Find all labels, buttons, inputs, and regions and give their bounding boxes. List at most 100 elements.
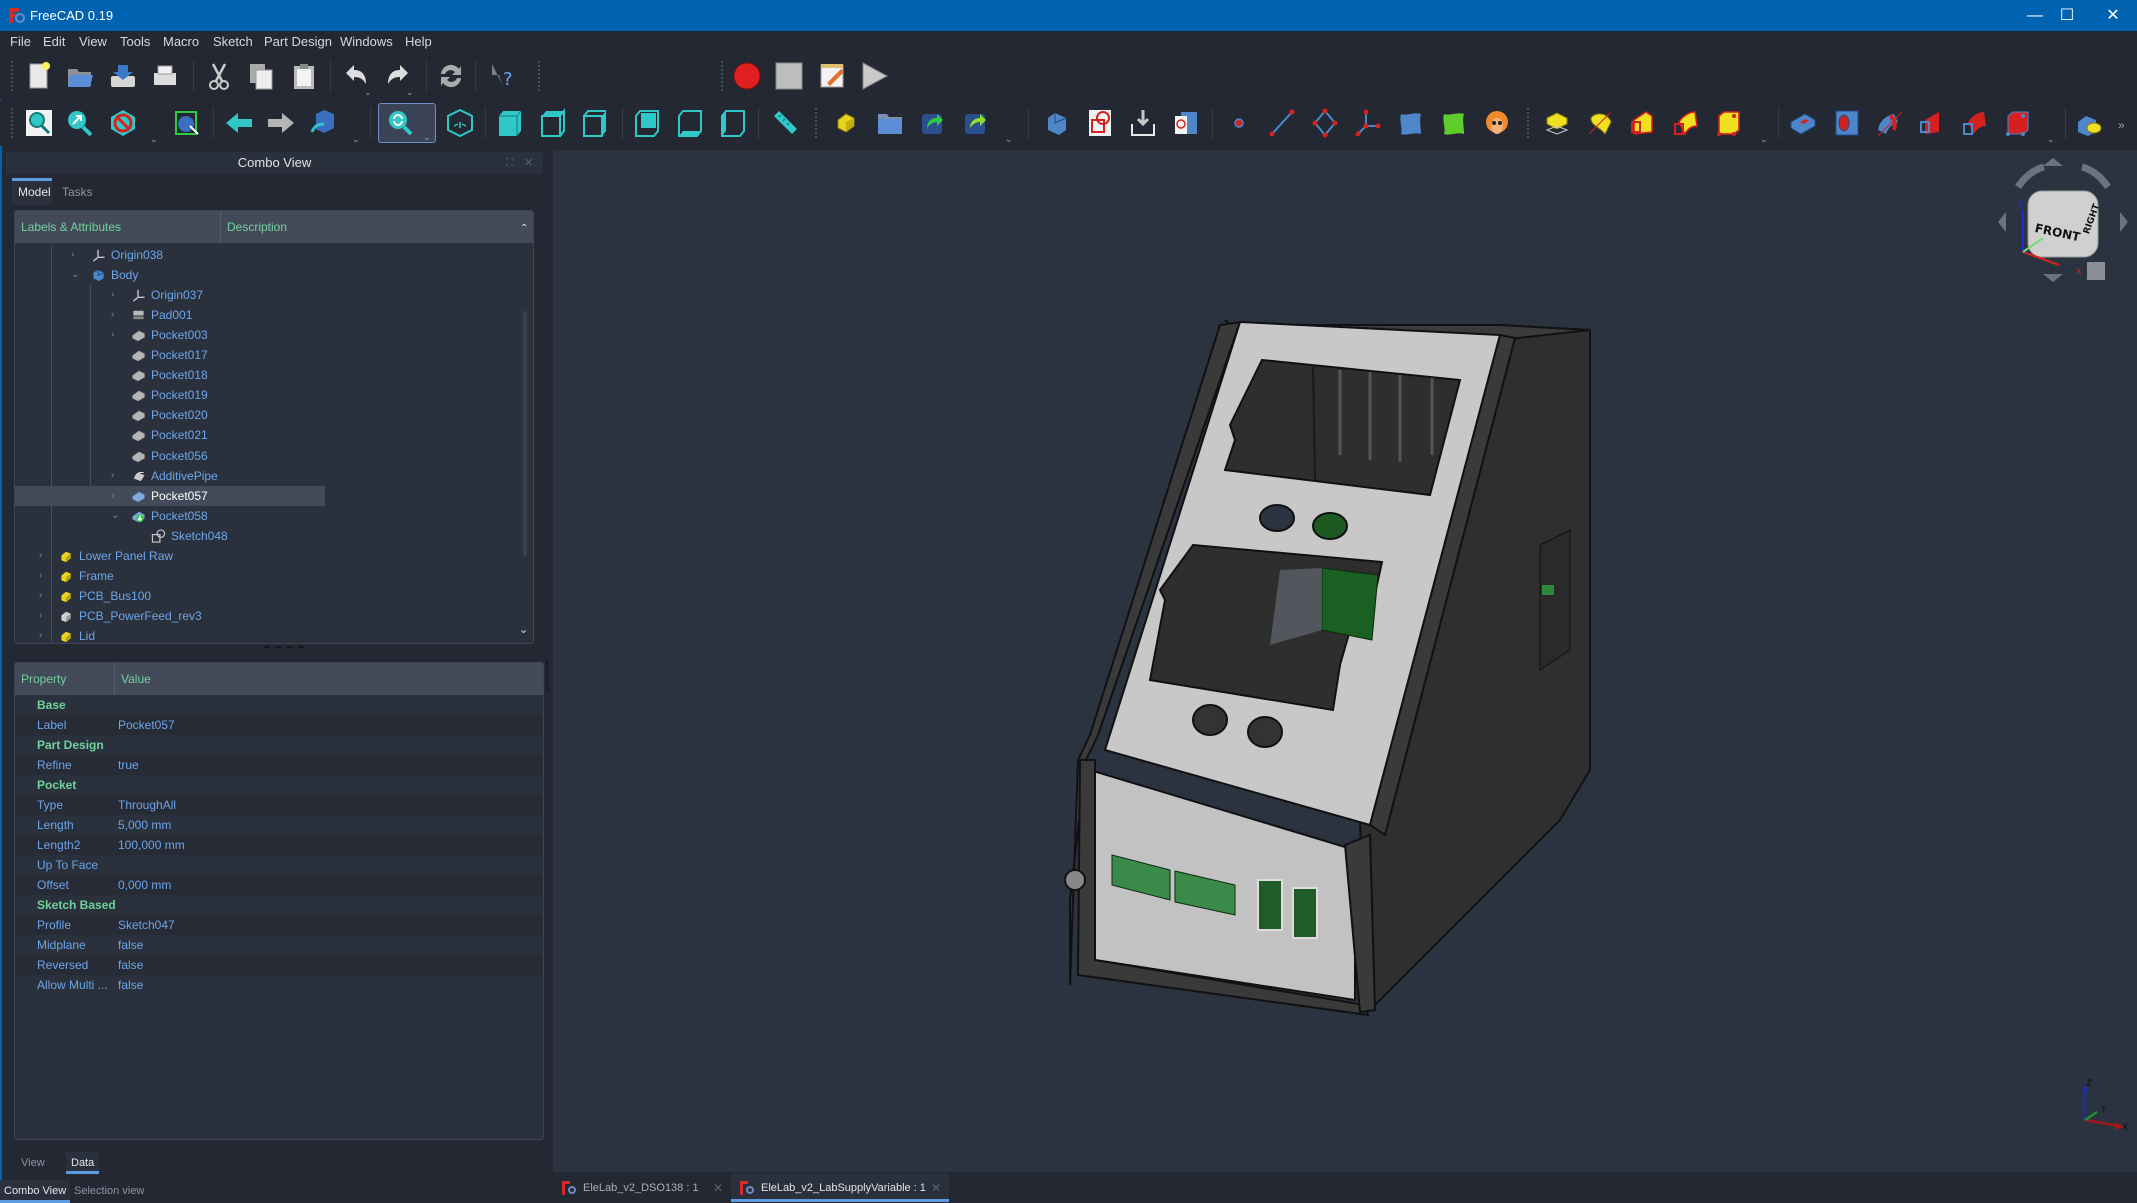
create-body-button[interactable] bbox=[830, 106, 864, 140]
property-group[interactable]: Part Design bbox=[15, 735, 543, 755]
property-row[interactable]: Offset 0,000 mm bbox=[15, 875, 543, 895]
draw-style-dropdown-icon[interactable]: ⌄ bbox=[150, 134, 160, 144]
chevron-right-icon[interactable]: › bbox=[111, 285, 121, 305]
property-row[interactable]: Label Pocket057 bbox=[15, 715, 543, 735]
property-row[interactable]: Refine true bbox=[15, 755, 543, 775]
tree-item[interactable]: › Lid bbox=[15, 626, 325, 643]
toolbar-grip[interactable] bbox=[10, 60, 14, 92]
new-document-button[interactable] bbox=[22, 59, 56, 93]
view-rear-button[interactable] bbox=[630, 106, 664, 140]
open-document-button[interactable] bbox=[63, 59, 97, 93]
subtractive-loft-button[interactable] bbox=[1915, 106, 1949, 140]
chevron-right-icon[interactable]: › bbox=[71, 245, 81, 265]
view-front-button[interactable] bbox=[493, 106, 527, 140]
chevron-right-icon[interactable]: › bbox=[111, 325, 121, 345]
tree-item[interactable]: Pocket018 bbox=[15, 365, 325, 385]
chevron-down-icon[interactable]: ⌄ bbox=[71, 265, 81, 285]
record-macro-button[interactable] bbox=[730, 59, 764, 93]
clone-button[interactable] bbox=[1480, 106, 1514, 140]
subshape-binder-button[interactable] bbox=[959, 106, 993, 140]
undo-dropdown-icon[interactable]: ⌄ bbox=[364, 87, 374, 97]
additive-primitive-button[interactable] bbox=[1712, 106, 1746, 140]
view-menu-cube-icon[interactable] bbox=[2087, 262, 2105, 280]
property-row[interactable]: Reversed false bbox=[15, 955, 543, 975]
measure-button[interactable] bbox=[768, 106, 802, 140]
tree-item[interactable]: Pocket056 bbox=[15, 446, 325, 466]
tree-item[interactable]: › Pocket057 bbox=[15, 485, 325, 506]
datum-line-button[interactable] bbox=[1265, 106, 1299, 140]
rotate-right-arrow-icon[interactable] bbox=[2120, 212, 2128, 232]
toolbar-grip[interactable] bbox=[10, 107, 14, 139]
pocket-button[interactable] bbox=[1786, 106, 1820, 140]
doc-tab-labsupply[interactable]: EleLab_v2_LabSupplyVariable : 1 ✕ bbox=[731, 1174, 949, 1202]
cut-button[interactable] bbox=[202, 59, 236, 93]
view-right-button[interactable] bbox=[578, 106, 612, 140]
chevron-right-icon[interactable]: › bbox=[39, 546, 49, 566]
chevron-right-icon[interactable]: › bbox=[111, 466, 121, 486]
property-group[interactable]: Base bbox=[15, 695, 543, 715]
validate-sketch-button[interactable] bbox=[1169, 106, 1203, 140]
maximize-button[interactable]: ☐ bbox=[2044, 0, 2090, 31]
toolbar-overflow-icon[interactable]: » bbox=[2118, 118, 2128, 132]
menu-windows[interactable]: Windows bbox=[340, 34, 393, 49]
property-value[interactable]: 0,000 mm bbox=[118, 875, 171, 895]
toolbar-grip[interactable] bbox=[1526, 107, 1530, 139]
map-sketch-button[interactable] bbox=[1126, 106, 1160, 140]
property-value[interactable]: 100,000 mm bbox=[118, 835, 185, 855]
column-header-property[interactable]: Property bbox=[15, 663, 115, 695]
tab-view[interactable]: View bbox=[16, 1152, 50, 1174]
copy-button[interactable] bbox=[244, 59, 278, 93]
property-value[interactable]: true bbox=[118, 755, 139, 775]
close-button[interactable]: ✕ bbox=[2090, 0, 2136, 31]
draw-style-button[interactable] bbox=[106, 106, 140, 140]
send-dropdown-icon[interactable]: ⌄ bbox=[352, 134, 362, 144]
toolbar-grip[interactable] bbox=[720, 60, 724, 92]
scroll-down-icon[interactable]: ⌄ bbox=[519, 623, 528, 636]
property-row[interactable]: Up To Face bbox=[15, 855, 543, 875]
datum-plane-button[interactable] bbox=[1308, 106, 1342, 140]
tab-model[interactable]: Model bbox=[12, 178, 52, 205]
chevron-down-icon[interactable]: ⌄ bbox=[111, 506, 121, 526]
tree-item[interactable]: Pocket017 bbox=[15, 345, 325, 365]
column-header-value[interactable]: Value bbox=[115, 663, 543, 695]
print-button[interactable] bbox=[148, 59, 182, 93]
column-header-description[interactable]: Description bbox=[221, 211, 517, 243]
tree-item[interactable]: Sketch048 bbox=[15, 526, 325, 546]
pad-button[interactable] bbox=[1540, 106, 1574, 140]
tree-item[interactable]: › Origin038 bbox=[15, 245, 325, 265]
save-document-button[interactable] bbox=[106, 59, 140, 93]
property-row[interactable]: Length 5,000 mm bbox=[15, 815, 543, 835]
sync-view-button[interactable]: ⌄ bbox=[378, 103, 436, 143]
chevron-right-icon[interactable]: › bbox=[111, 486, 121, 506]
create-part-button[interactable] bbox=[873, 106, 907, 140]
new-sketch-button[interactable] bbox=[1083, 106, 1117, 140]
stop-macro-button[interactable] bbox=[772, 59, 806, 93]
tree-item[interactable]: Pocket020 bbox=[15, 405, 325, 425]
create-body-feature-button[interactable] bbox=[1040, 106, 1074, 140]
back-button[interactable] bbox=[222, 106, 256, 140]
roll-right-arrow-icon[interactable] bbox=[2081, 163, 2111, 190]
bounding-box-button[interactable] bbox=[170, 106, 204, 140]
property-row[interactable]: Length2 100,000 mm bbox=[15, 835, 543, 855]
chevron-right-icon[interactable]: › bbox=[39, 566, 49, 586]
tree-item[interactable]: › AdditivePipe bbox=[15, 466, 325, 486]
property-value[interactable]: false bbox=[118, 955, 143, 975]
property-group[interactable]: Sketch Based bbox=[15, 895, 543, 915]
paste-button[interactable] bbox=[287, 59, 321, 93]
property-value[interactable]: false bbox=[118, 935, 143, 955]
fit-selection-button[interactable] bbox=[62, 106, 96, 140]
view-isometric-button[interactable] bbox=[443, 106, 477, 140]
rotate-up-arrow-icon[interactable] bbox=[2043, 158, 2063, 166]
whats-this-button[interactable]: ? bbox=[485, 59, 519, 93]
additive-pipe-button[interactable] bbox=[1669, 106, 1703, 140]
view-bottom-button[interactable] bbox=[673, 106, 707, 140]
panel-resize-handle[interactable] bbox=[546, 660, 549, 690]
navigation-cube[interactable]: FRONT RIGHT Z X bbox=[1980, 150, 2137, 295]
property-row[interactable]: Type ThroughAll bbox=[15, 795, 543, 815]
groove-button[interactable] bbox=[1872, 106, 1906, 140]
additive-loft-button[interactable] bbox=[1626, 106, 1660, 140]
tree-item[interactable]: Pocket021 bbox=[15, 425, 325, 445]
chevron-right-icon[interactable]: › bbox=[39, 626, 49, 643]
tree-item[interactable]: ⌄ Pocket058 bbox=[15, 506, 325, 526]
property-row[interactable]: Allow Multi ... false bbox=[15, 975, 543, 995]
